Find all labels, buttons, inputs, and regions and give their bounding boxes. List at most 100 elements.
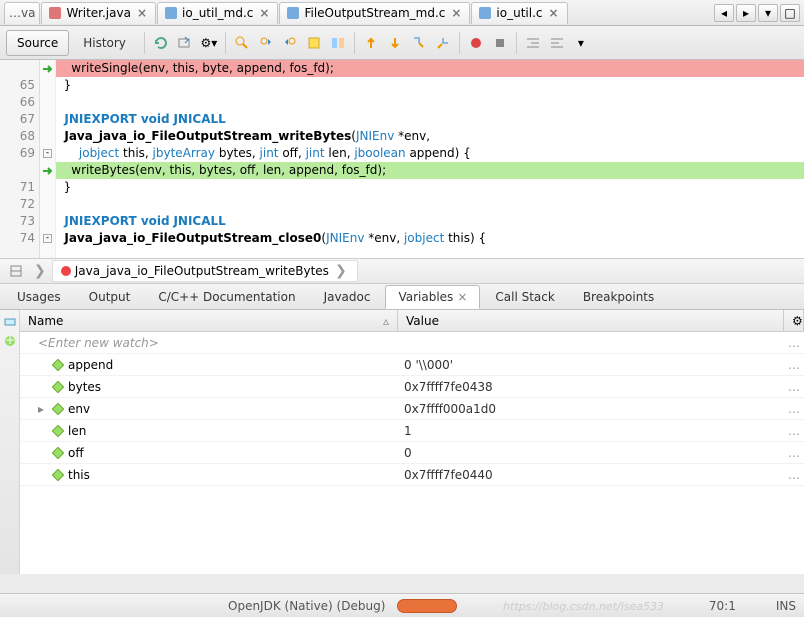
more-icon[interactable]: …: [784, 424, 804, 438]
tab-c-c-documentation[interactable]: C/C++ Documentation: [145, 285, 308, 309]
find-icon[interactable]: [233, 34, 251, 52]
diamond-icon: [52, 381, 64, 393]
indent-icon[interactable]: [524, 34, 542, 52]
toolbar-menu-icon[interactable]: ▾: [572, 34, 590, 52]
tab-breakpoints[interactable]: Breakpoints: [570, 285, 667, 309]
close-icon[interactable]: ×: [449, 6, 463, 20]
chevron-icon: ❯: [32, 263, 48, 279]
file-tab-truncated[interactable]: …va: [4, 2, 40, 24]
col-header-name[interactable]: Name▵: [20, 310, 398, 331]
chevron-icon: ❯: [333, 263, 349, 279]
variable-row[interactable]: append 0 '\\000'…: [20, 354, 804, 376]
watch-icon[interactable]: [3, 314, 17, 328]
variables-table: Name▵ Value ⚙ <Enter new watch> … append…: [20, 310, 804, 574]
file-tab[interactable]: io_util.c×: [471, 2, 567, 24]
record-icon[interactable]: [467, 34, 485, 52]
refresh-icon[interactable]: [152, 34, 170, 52]
col-header-value[interactable]: Value: [398, 310, 784, 331]
breadcrumb-bar: ❯ Java_java_io_FileOutputStream_writeByt…: [0, 258, 804, 284]
code-editor[interactable]: 656667686971727374 -- writeSingle(env, t…: [0, 60, 804, 258]
watch-placeholder: <Enter new watch>: [20, 332, 159, 354]
code-area[interactable]: writeSingle(env, this, byte, append, fos…: [56, 60, 804, 258]
fold-gutter[interactable]: --: [40, 60, 56, 258]
svg-text:+: +: [4, 334, 14, 347]
var-name: off: [68, 446, 84, 460]
var-name: bytes: [68, 380, 101, 394]
tab-usages[interactable]: Usages: [4, 285, 74, 309]
diff-icon[interactable]: [329, 34, 347, 52]
breadcrumb-function[interactable]: Java_java_io_FileOutputStream_writeBytes…: [52, 260, 358, 282]
diamond-icon: [52, 469, 64, 481]
more-icon[interactable]: …: [784, 446, 804, 460]
maximize-button[interactable]: □: [780, 4, 800, 22]
more-icon[interactable]: …: [784, 380, 804, 394]
diamond-icon: [52, 403, 64, 415]
cursor-position: 70:1: [709, 599, 736, 613]
variable-row[interactable]: off0…: [20, 442, 804, 464]
tab-javadoc[interactable]: Javadoc: [311, 285, 384, 309]
editor-toolbar: Source History ⚙▾ ▾: [0, 26, 804, 60]
step-down-icon[interactable]: [386, 34, 404, 52]
var-value: 0 '\\000': [398, 358, 784, 372]
variable-row[interactable]: this0x7ffff7fe0440…: [20, 464, 804, 486]
source-button[interactable]: Source: [6, 30, 69, 56]
var-name: len: [68, 424, 86, 438]
history-button[interactable]: History: [69, 36, 140, 50]
stop-icon[interactable]: [491, 34, 509, 52]
c-file-icon: [478, 6, 492, 20]
dropdown-button[interactable]: ▾: [758, 4, 778, 22]
file-tab-label: Writer.java: [66, 6, 130, 20]
expand-icon[interactable]: ▸: [38, 402, 48, 416]
find-prev-icon[interactable]: [257, 34, 275, 52]
close-icon[interactable]: ×: [547, 6, 561, 20]
tab-output[interactable]: Output: [76, 285, 144, 309]
close-icon[interactable]: ×: [135, 6, 149, 20]
members-icon[interactable]: [7, 262, 25, 280]
file-tab[interactable]: io_util_md.c ×: [157, 2, 278, 24]
var-value: 0x7ffff7fe0438: [398, 380, 784, 394]
file-tab[interactable]: FileOutputStream_md.c ×: [279, 2, 470, 24]
file-tab-bar: …va Writer.java×io_util_md.c×FileOutputS…: [0, 0, 804, 26]
bottom-tab-bar: UsagesOutputC/C++ DocumentationJavadocVa…: [0, 284, 804, 310]
highlight-icon[interactable]: [305, 34, 323, 52]
add-watch-icon[interactable]: +: [3, 334, 17, 348]
more-icon[interactable]: …: [784, 468, 804, 482]
col-config-icon[interactable]: ⚙: [784, 310, 804, 331]
close-icon[interactable]: ×: [457, 290, 467, 304]
diamond-icon: [52, 359, 64, 371]
line-number-gutter: 656667686971727374: [0, 60, 40, 258]
file-tab-label: io_util_md.c: [182, 6, 253, 20]
vars-side-toolbar: +: [0, 310, 20, 574]
nav-fwd-button[interactable]: ▸: [736, 4, 756, 22]
export-icon[interactable]: [176, 34, 194, 52]
breakpoint-dot-icon: [61, 266, 71, 276]
progress-bar: [397, 599, 457, 613]
more-icon[interactable]: …: [784, 402, 804, 416]
status-label: OpenJDK (Native) (Debug): [228, 599, 385, 613]
tab-call-stack[interactable]: Call Stack: [482, 285, 567, 309]
variable-row[interactable]: ▸env0x7ffff000a1d0…: [20, 398, 804, 420]
step-into-icon[interactable]: [410, 34, 428, 52]
find-next-icon[interactable]: [281, 34, 299, 52]
variable-row[interactable]: bytes 0x7ffff7fe0438…: [20, 376, 804, 398]
insert-mode: INS: [776, 599, 796, 613]
breadcrumb-label: Java_java_io_FileOutputStream_writeBytes: [75, 264, 329, 278]
file-tab-label: FileOutputStream_md.c: [304, 6, 445, 20]
step-up-icon[interactable]: [362, 34, 380, 52]
settings-dropdown-icon[interactable]: ⚙▾: [200, 34, 218, 52]
more-icon[interactable]: …: [784, 358, 804, 372]
close-icon[interactable]: ×: [257, 6, 271, 20]
tab-variables[interactable]: Variables×: [385, 285, 480, 309]
nav-back-button[interactable]: ◂: [714, 4, 734, 22]
outdent-icon[interactable]: [548, 34, 566, 52]
var-name: append: [68, 358, 113, 372]
step-out-icon[interactable]: [434, 34, 452, 52]
var-name: env: [68, 402, 90, 416]
status-bar: OpenJDK (Native) (Debug) 70:1 INS: [0, 593, 804, 617]
diamond-icon: [52, 447, 64, 459]
variable-row[interactable]: len1…: [20, 420, 804, 442]
more-icon[interactable]: …: [784, 336, 804, 350]
new-watch-row[interactable]: <Enter new watch> …: [20, 332, 804, 354]
var-value: 0x7ffff7fe0440: [398, 468, 784, 482]
file-tab[interactable]: Writer.java ×: [41, 2, 156, 24]
